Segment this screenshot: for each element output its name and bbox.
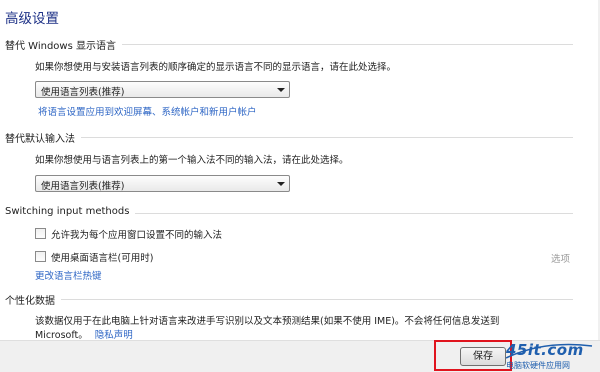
section-title: 替代 Windows 显示语言 (5, 37, 120, 52)
section-header-display-language: 替代 Windows 显示语言 (5, 37, 573, 52)
desktop-language-bar-checkbox-row[interactable]: 使用桌面语言栏(可用时) (35, 250, 235, 264)
desktop-language-bar-checkbox[interactable] (35, 251, 46, 262)
section-title: Switching input methods (5, 206, 134, 217)
watermark: 45it.com 电脑软硬件应用网 (500, 341, 600, 372)
section-header-switching: Switching input methods (5, 206, 573, 220)
change-hotkeys-link[interactable]: 更改语言栏热键 (35, 268, 102, 282)
input-method-select[interactable]: 使用语言列表(推荐) (35, 175, 290, 192)
section-header-input-method: 替代默认输入法 (5, 130, 573, 145)
section-divider (81, 137, 573, 138)
personalization-description: 该数据仅用于在此电脑上针对语言来改进手写识别以及文本预测结果(如果不使用 IME… (35, 316, 500, 327)
per-app-input-checkbox-row[interactable]: 允许我为每个应用窗口设置不同的输入法 (35, 227, 275, 241)
section-divider (122, 44, 573, 45)
select-value: 使用语言列表(推荐) (41, 87, 125, 98)
checkbox-label: 使用桌面语言栏(可用时) (51, 253, 154, 264)
section-title: 替代默认输入法 (5, 130, 79, 145)
display-language-select[interactable]: 使用语言列表(推荐) (35, 81, 290, 98)
apply-settings-link[interactable]: 将语言设置应用到欢迎屏幕、系统帐户和新用户帐户 (38, 104, 257, 118)
watermark-subtitle: 电脑软硬件应用网 (506, 361, 570, 370)
personalization-description-cont: Microsoft。 隐私声明 (35, 327, 133, 341)
per-app-input-checkbox[interactable] (35, 228, 46, 239)
display-language-description: 如果你想使用与安装语言列表的顺序确定的显示语言不同的显示语言，请在此处选择。 (35, 62, 397, 73)
select-value: 使用语言列表(推荐) (41, 181, 125, 192)
input-method-description: 如果你想使用与语言列表上的第一个输入法不同的输入法，请在此处选择。 (35, 155, 349, 166)
chevron-down-icon (277, 182, 285, 186)
section-title: 个性化数据 (5, 292, 59, 307)
section-divider (135, 213, 573, 214)
language-bar-options-link[interactable]: 选项 (551, 251, 570, 265)
checkbox-label: 允许我为每个应用窗口设置不同的输入法 (51, 230, 223, 241)
chevron-down-icon (277, 88, 285, 92)
page-title: 高级设置 (5, 11, 59, 27)
watermark-logo: 45it.com (506, 341, 584, 359)
section-divider (61, 299, 573, 300)
section-header-personalization: 个性化数据 (5, 292, 573, 307)
